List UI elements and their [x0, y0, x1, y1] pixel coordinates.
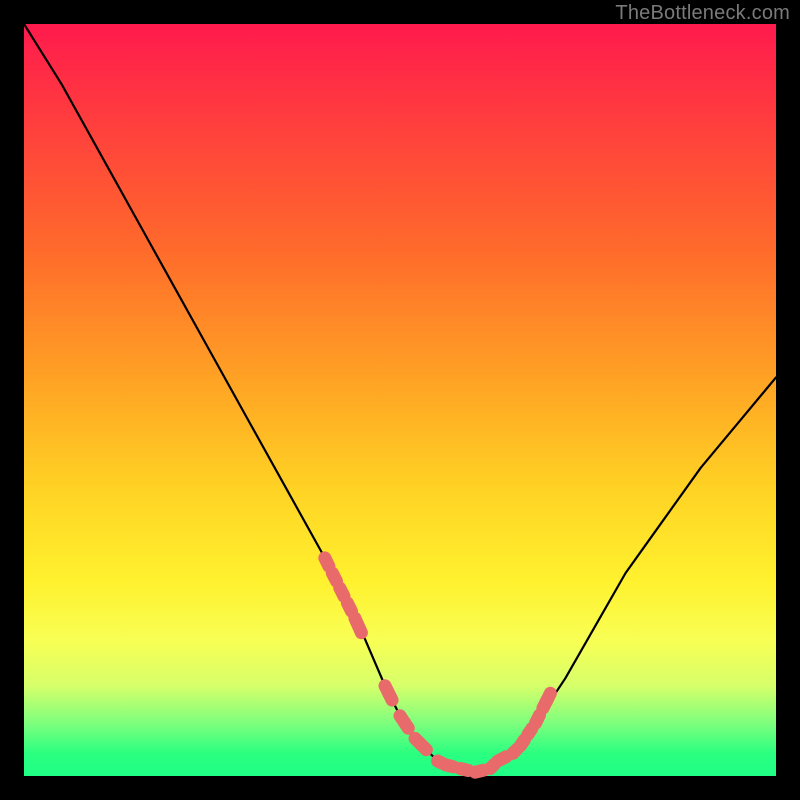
optimal-range-markers	[325, 558, 551, 772]
curve-svg	[24, 24, 776, 776]
marker-pill	[385, 686, 392, 700]
marker-pill	[347, 603, 351, 611]
marker-pill	[498, 757, 506, 761]
marker-pill	[460, 769, 468, 771]
marker-pill	[400, 716, 408, 728]
marker-pill	[340, 588, 344, 596]
bottleneck-curve	[24, 24, 776, 772]
watermark-text: TheBottleneck.com	[615, 2, 790, 25]
marker-pill	[546, 693, 550, 701]
marker-pill	[528, 728, 532, 734]
marker-pill	[535, 715, 539, 723]
marker-pill	[475, 770, 483, 772]
marker-pill	[332, 573, 336, 581]
marker-pill	[355, 618, 362, 633]
marker-pill	[415, 738, 426, 749]
chart-frame: TheBottleneck.com	[0, 0, 800, 800]
marker-pill	[445, 765, 453, 767]
marker-pill	[325, 558, 329, 566]
plot-area	[24, 24, 776, 776]
marker-pill	[520, 740, 524, 746]
